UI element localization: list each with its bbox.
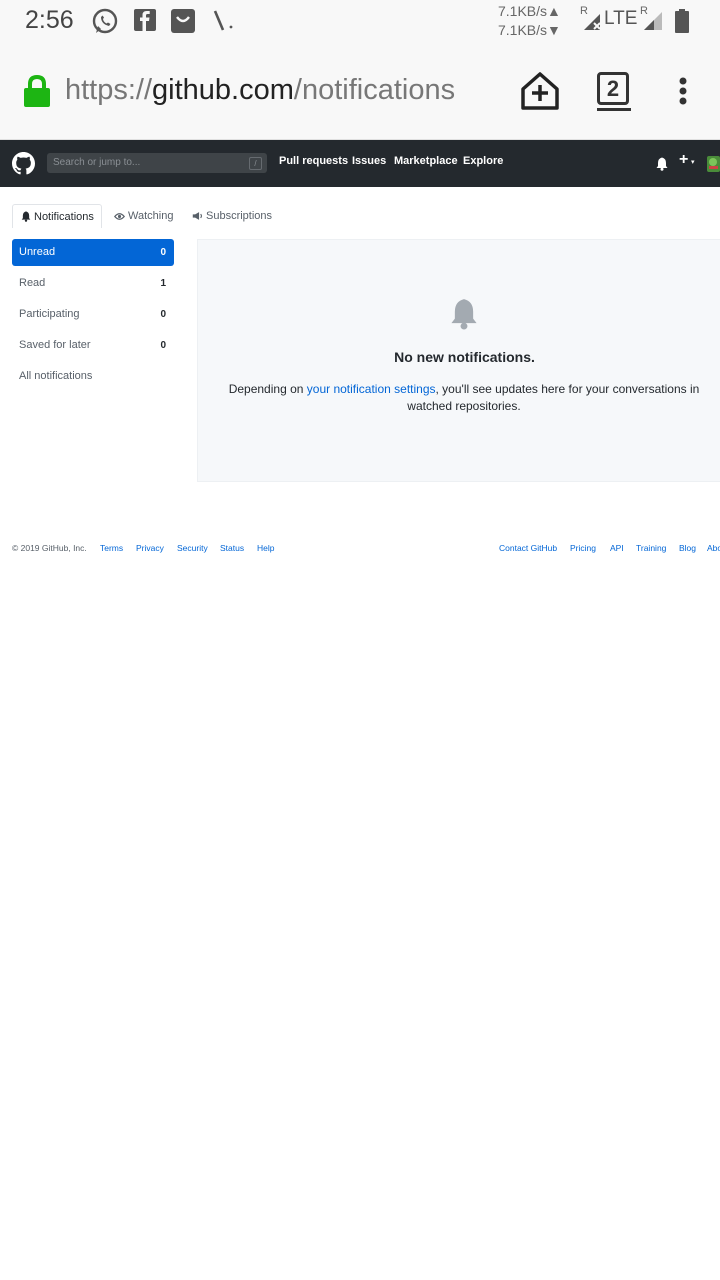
status-bar: 2:56 7.1KB/s▲ 7.1KB/s▼ R LTE R bbox=[0, 0, 720, 44]
avatar[interactable] bbox=[707, 156, 720, 172]
filter-label: Participating bbox=[19, 308, 80, 320]
search-shortcut-hint: / bbox=[249, 157, 262, 170]
tab-subscriptions[interactable]: Subscriptions bbox=[192, 204, 272, 228]
signal-icon bbox=[584, 14, 601, 30]
address-bar[interactable]: https://github.com/notifications bbox=[65, 74, 455, 107]
filter-count: 1 bbox=[160, 278, 166, 289]
empty-description: Depending on your notification settings,… bbox=[228, 382, 700, 413]
create-new-caret-icon[interactable]: ▾ bbox=[691, 158, 695, 166]
network-type: LTE bbox=[604, 8, 638, 29]
filter-read[interactable]: Read 1 bbox=[12, 270, 174, 297]
nav-explore[interactable]: Explore bbox=[463, 155, 503, 167]
nav-marketplace[interactable]: Marketplace bbox=[394, 155, 458, 167]
github-logo-icon[interactable] bbox=[12, 152, 35, 175]
network-speed: 7.1KB/s▲ 7.1KB/s▼ bbox=[498, 3, 561, 38]
empty-bell-icon bbox=[451, 299, 477, 330]
shopping-bag-icon bbox=[171, 9, 195, 33]
footer-security-link[interactable]: Security bbox=[177, 543, 208, 553]
nav-pull-requests[interactable]: Pull requests bbox=[279, 155, 348, 167]
url-scheme: https:// bbox=[65, 74, 153, 106]
footer-status-link[interactable]: Status bbox=[220, 543, 244, 553]
search-input[interactable]: Search or jump to... / bbox=[47, 153, 267, 173]
tab-switcher-underline bbox=[597, 108, 631, 111]
facebook-icon bbox=[134, 9, 156, 31]
tab-notifications[interactable]: Notifications bbox=[12, 204, 102, 228]
url-path: /notifications bbox=[293, 74, 456, 106]
bell-icon bbox=[21, 211, 31, 222]
create-new-icon[interactable]: + bbox=[679, 151, 688, 169]
empty-title: No new notifications. bbox=[394, 349, 535, 365]
url-host: github.com bbox=[152, 74, 294, 106]
filter-count: 0 bbox=[160, 340, 166, 351]
filter-participating[interactable]: Participating 0 bbox=[12, 301, 174, 328]
tab-watching-label: Watching bbox=[128, 210, 174, 222]
tab-subscriptions-label: Subscriptions bbox=[206, 210, 273, 222]
signal-icon-2 bbox=[644, 12, 662, 30]
status-time: 2:56 bbox=[25, 6, 74, 34]
tab-watching[interactable]: Watching bbox=[113, 204, 174, 228]
filter-all-notifications[interactable]: All notifications bbox=[12, 363, 174, 390]
filter-label: All notifications bbox=[19, 370, 93, 382]
pen-icon bbox=[213, 10, 233, 31]
footer-help-link[interactable]: Help bbox=[257, 543, 274, 553]
filter-label: Unread bbox=[19, 246, 56, 258]
footer-privacy-link[interactable]: Privacy bbox=[136, 543, 164, 553]
tab-notifications-label: Notifications bbox=[34, 211, 94, 223]
filter-unread[interactable]: Unread 0 bbox=[12, 239, 174, 266]
footer-training-link[interactable]: Training bbox=[636, 543, 666, 553]
tab-switcher-button[interactable]: 2 bbox=[597, 72, 629, 105]
filter-saved-for-later[interactable]: Saved for later 0 bbox=[12, 332, 174, 359]
nav-issues[interactable]: Issues bbox=[352, 155, 386, 167]
github-header: Search or jump to... / Pull requests Iss… bbox=[0, 140, 720, 187]
footer-contact-link[interactable]: Contact GitHub bbox=[499, 543, 557, 553]
home-button[interactable] bbox=[519, 71, 561, 111]
overflow-menu-icon[interactable] bbox=[678, 77, 688, 107]
browser-toolbar: https://github.com/notifications 2 bbox=[0, 44, 720, 140]
notifications-bell-icon[interactable] bbox=[656, 157, 668, 171]
footer-copyright: © 2019 GitHub, Inc. bbox=[12, 543, 87, 553]
filter-count: 0 bbox=[160, 247, 166, 258]
lock-icon bbox=[24, 75, 50, 107]
megaphone-icon bbox=[192, 212, 202, 220]
whatsapp-icon bbox=[92, 8, 118, 34]
footer-api-link[interactable]: API bbox=[610, 543, 624, 553]
filter-count: 0 bbox=[160, 309, 166, 320]
filter-label: Read bbox=[19, 277, 46, 289]
filter-label: Saved for later bbox=[19, 339, 91, 351]
footer-terms-link[interactable]: Terms bbox=[100, 543, 123, 553]
footer-pricing-link[interactable]: Pricing bbox=[570, 543, 596, 553]
notification-settings-link[interactable]: your notification settings bbox=[307, 382, 436, 396]
search-placeholder: Search or jump to... bbox=[53, 157, 141, 168]
footer-about-link[interactable]: Abo bbox=[707, 543, 720, 553]
eye-icon bbox=[113, 213, 126, 220]
footer-blog-link[interactable]: Blog bbox=[679, 543, 696, 553]
battery-icon bbox=[675, 9, 689, 33]
